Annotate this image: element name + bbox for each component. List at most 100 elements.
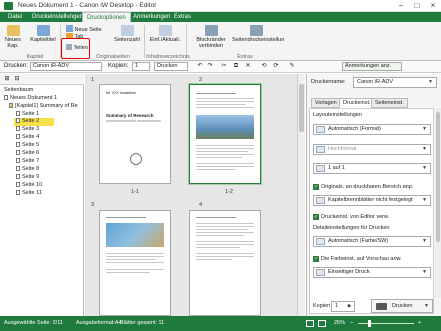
chevron-down-icon: ▼ <box>422 197 427 203</box>
apply-color-preview-label: Die Farbeinst. auf Vorschau anw. <box>321 256 402 262</box>
tree-page-4[interactable]: Seite 4 <box>16 134 39 140</box>
tree-page-11[interactable]: Seite 11 <box>16 190 42 196</box>
tree-page-6[interactable]: Seite 6 <box>16 150 39 156</box>
chevron-down-icon: ▼ <box>422 146 427 152</box>
minimize-icon[interactable]: – <box>393 0 409 12</box>
layout-select[interactable]: Automatisch (Format) ▼ <box>313 124 431 135</box>
tree-page-9[interactable]: Seite 9 <box>16 174 39 180</box>
use-editor-settings-checkbox[interactable]: ✓ <box>313 214 319 220</box>
tree-page-8[interactable]: Seite 8 <box>16 166 39 172</box>
page-print-settings-button[interactable]: Seitendruckeinstellun <box>232 25 284 43</box>
toc-icon <box>158 25 172 36</box>
rotate-left-icon[interactable]: ⟲ <box>260 63 268 70</box>
selected-page-status: Ausgewählte Seite: 2/11 <box>4 320 63 326</box>
tree-page-5[interactable]: Seite 5 <box>16 142 39 148</box>
undo-icon[interactable]: ↶ <box>196 63 204 70</box>
tab-anmerkungen[interactable]: Anmerkungen <box>129 12 174 22</box>
title-icon <box>36 25 50 36</box>
page-thumbnail-2[interactable] <box>189 84 261 184</box>
page-number-button[interactable]: Seitenzahl <box>112 25 142 43</box>
fit-originals-checkbox[interactable]: ✓ <box>313 184 319 190</box>
tree-page-2[interactable]: Seite 2 <box>14 118 54 126</box>
annotations-toggle[interactable]: Anmerkungen anz. <box>342 62 402 71</box>
chevron-down-icon: ▼ <box>428 79 433 85</box>
printer-name-label: Druckername: <box>311 79 346 85</box>
rotate-right-icon[interactable]: ⟳ <box>272 63 280 70</box>
new-chapter-button[interactable]: Neues Kap. <box>2 25 24 49</box>
page-icon <box>16 111 20 116</box>
copy-icon[interactable]: ⧉ <box>232 63 240 70</box>
photo-image <box>196 115 254 139</box>
print-button-right[interactable]: Drucken ▼ <box>371 299 433 313</box>
fit-page-icon[interactable] <box>306 320 314 327</box>
document-icon <box>4 95 8 100</box>
page-icon <box>16 158 20 163</box>
scrollbar-thumb[interactable] <box>436 112 440 242</box>
tree-page-10[interactable]: Seite 10 <box>16 182 42 188</box>
page-thumbnail-1[interactable]: Mr. XXX Inoaseline Summary of Research X… <box>99 84 171 184</box>
chapter-number: 1 <box>91 77 95 83</box>
print-toolbar: Drucken: Canon iR-ADV Kopien: 1 Drucken … <box>0 61 441 73</box>
tree-page-1[interactable]: Seite 1 <box>16 111 39 117</box>
printer-select[interactable]: Canon iR-ADV <box>30 62 102 71</box>
chapter-icon <box>9 103 13 108</box>
printer-icon <box>376 303 387 310</box>
zoom-slider-thumb[interactable] <box>368 320 371 327</box>
duplex-icon <box>316 269 325 276</box>
maximize-icon[interactable]: □ <box>409 0 425 12</box>
copies-label-right: Kopien <box>313 303 331 309</box>
spread-icon <box>204 25 218 36</box>
collapse-all-icon[interactable]: ⊟ <box>13 76 21 83</box>
orientation-select[interactable]: Hochformat ▼ <box>313 144 431 155</box>
tab-datei[interactable]: Datei <box>4 12 26 22</box>
color-mode-select[interactable]: Automatisch (Farbe/SW) ▼ <box>313 236 431 247</box>
tab-seiteneinst[interactable]: Seiteneinst. <box>371 98 408 108</box>
ribbon-tabs: Datei Druckeinstellungen Druckoptionen A… <box>0 12 441 23</box>
logo-icon <box>130 153 142 165</box>
pen-icon[interactable]: ✎ <box>288 63 296 70</box>
tree-page-7[interactable]: Seite 7 <box>16 158 39 164</box>
settings-scrollbar[interactable] <box>435 108 441 298</box>
zoom-slider[interactable] <box>358 323 414 324</box>
print-button[interactable]: Drucken <box>154 62 188 71</box>
tree-page-3[interactable]: Seite 3 <box>16 126 39 132</box>
zoom-out-icon[interactable]: − <box>350 320 353 326</box>
settings-panel <box>309 108 434 314</box>
portrait-icon <box>316 146 325 153</box>
tab-druckeinstellungen[interactable]: Druckeinstellungen <box>28 12 87 22</box>
page-number-icon <box>120 25 134 36</box>
fit-width-icon[interactable] <box>318 320 326 327</box>
tab-druckeinst[interactable]: Druckeinst. <box>339 98 375 108</box>
redo-icon[interactable]: ↷ <box>206 63 214 70</box>
use-editor-settings-label: Druckeinst. von Editor verw. <box>321 214 390 220</box>
zoom-in-icon[interactable]: + <box>418 320 421 326</box>
tab-vorlagen[interactable]: Vorlagen <box>311 98 341 108</box>
copies-label: Kopien: <box>108 63 129 69</box>
pages-per-sheet-select[interactable]: 1 auf 1 ▼ <box>313 163 431 174</box>
delete-icon[interactable]: ✕ <box>244 63 252 70</box>
page-thumbnail-3[interactable] <box>99 210 171 316</box>
expand-all-icon[interactable]: ⊞ <box>3 76 11 83</box>
page-tree-pane: ⊞ ⊟ Seitenbaum Neues Dokument 1 [Kapitel… <box>0 74 84 316</box>
chapter-number: 4 <box>199 202 203 208</box>
printer-label: Drucken: <box>4 63 29 69</box>
printer-name-select[interactable]: Canon iR-ADV ▼ <box>353 77 437 88</box>
page-view-scrollbar[interactable] <box>297 74 305 316</box>
apply-color-preview-checkbox[interactable]: ✓ <box>313 256 319 262</box>
chapter-title-button[interactable]: Kapiteltitel <box>28 25 58 43</box>
tree-document[interactable]: Neues Dokument 1 <box>4 95 57 101</box>
new-page-button[interactable]: Neue Seite <box>66 25 106 33</box>
page-thumbnail-4[interactable] <box>189 210 261 316</box>
copies-field-right[interactable]: 1 ◆ <box>331 301 355 312</box>
duplex-select[interactable]: Einseitiger Druck ▼ <box>313 267 431 278</box>
spread-button[interactable]: Blockränder verbinden <box>193 25 229 49</box>
tree-chapter[interactable]: [Kapitel1] Summary of Re <box>9 103 78 109</box>
copies-field[interactable]: 1 <box>132 62 150 71</box>
chapter-sheet-select[interactable]: Kapitelbrennblätter nicht festgelegt ▼ <box>313 195 431 206</box>
toc-button[interactable]: Einf./Aktuali. <box>148 25 182 43</box>
tab-extras[interactable]: Extras <box>170 12 195 22</box>
close-icon[interactable]: × <box>425 0 441 12</box>
chapter-number: 2 <box>199 77 203 83</box>
cut-icon[interactable]: ✂ <box>220 63 228 70</box>
scrollbar-thumb[interactable] <box>299 84 304 132</box>
